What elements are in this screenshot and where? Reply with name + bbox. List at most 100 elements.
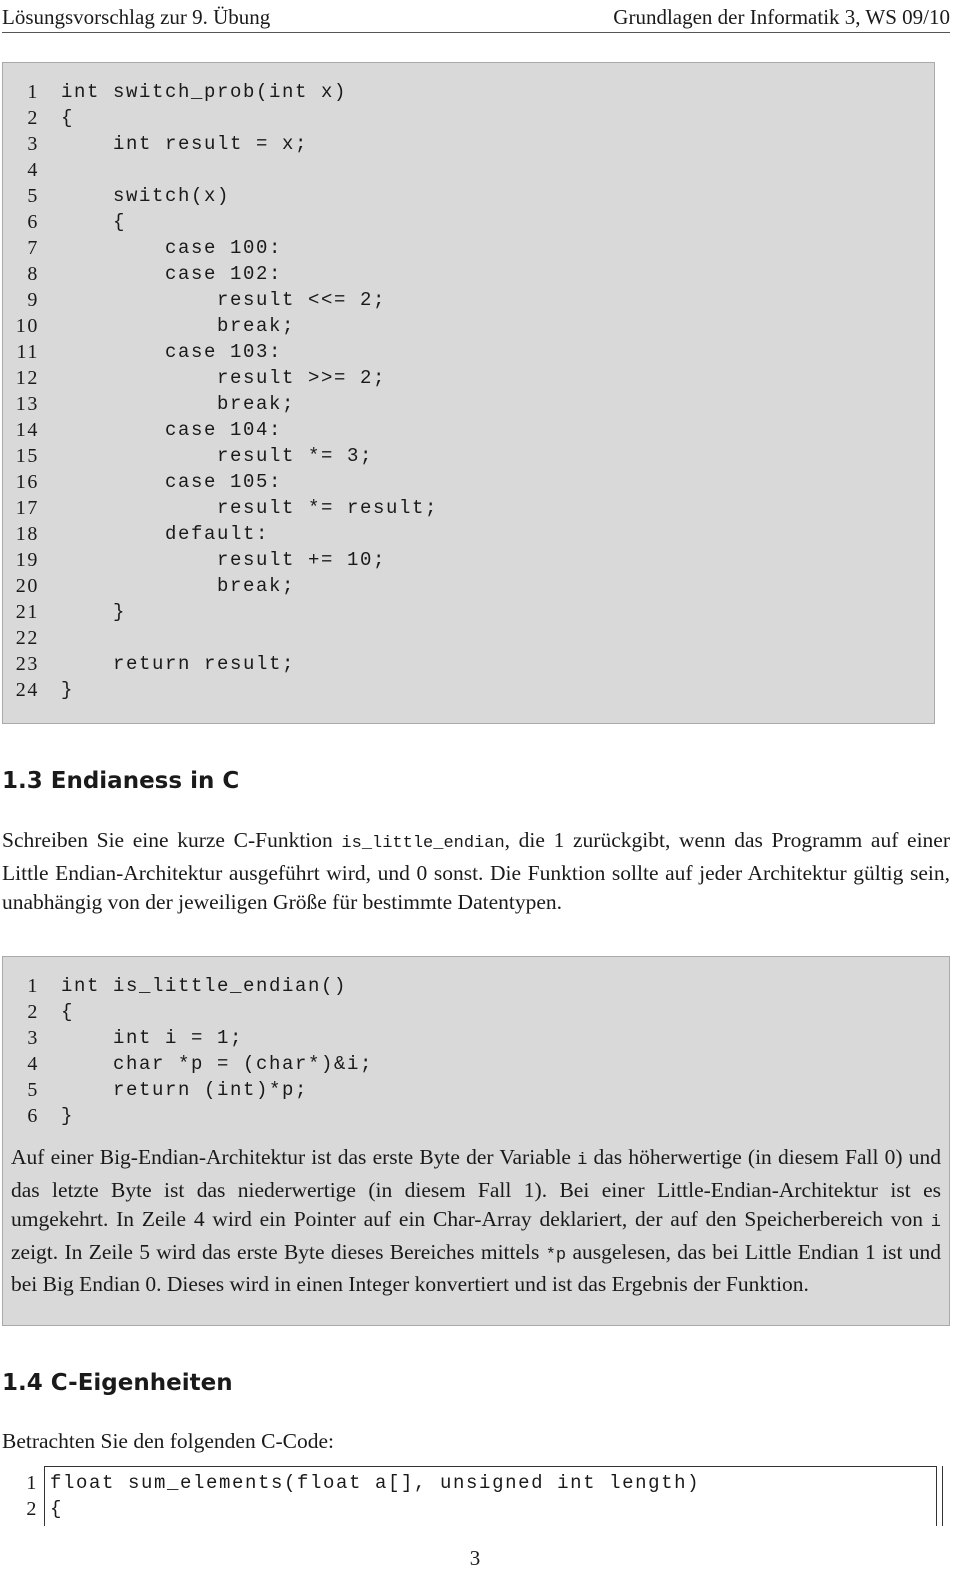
code-text: switch(x) <box>61 185 231 207</box>
line-number: 1 <box>26 1472 38 1494</box>
line-number: 7 <box>27 237 39 259</box>
header-left: Lösungsvorschlag zur 9. Übung <box>2 5 271 29</box>
solution-explanation: Auf einer Big-Endian-Architektur ist das… <box>11 1145 942 1296</box>
code-line: 17 result *= result; <box>3 495 934 521</box>
code-block-sum-elements: 1 float sum_elements(float a[], unsigned … <box>0 1466 945 1526</box>
section-title-1-4: 1.4 C-Eigenheiten <box>2 1370 233 1396</box>
code-line: 2{ <box>0 1496 945 1522</box>
line-number: 16 <box>15 471 39 493</box>
code-text: result *= 3; <box>61 445 374 467</box>
code-text: return result; <box>61 653 296 675</box>
code-text: result *= result; <box>61 497 439 519</box>
line-number: 2 <box>27 107 39 129</box>
code-line: 1 int switch_prob(int x) <box>3 79 934 105</box>
code-line: 10 break; <box>3 313 934 339</box>
code-line: 13 break; <box>3 391 934 417</box>
line-number: 6 <box>27 211 39 233</box>
code-line: 1 int is_little_endian() <box>3 973 949 999</box>
code-line: 9 result <<= 2; <box>3 287 934 313</box>
code-text: } <box>61 1105 75 1127</box>
code-text: result += 10; <box>61 549 387 571</box>
line-number: 11 <box>16 341 39 363</box>
code-text: int result = x; <box>61 133 309 155</box>
code-text: int is_little_endian() <box>61 975 348 997</box>
solution-box: 1 int is_little_endian() 2{3 int i = 1; 4 c… <box>2 956 950 1326</box>
code-text: case 100: <box>61 237 283 259</box>
code-line: 22 <box>3 625 934 651</box>
code-line: 6 { <box>3 209 934 235</box>
code-text: { <box>61 211 127 233</box>
line-number: 3 <box>27 1027 39 1049</box>
code-text: } <box>61 679 75 701</box>
line-number: 5 <box>27 185 39 207</box>
line-number: 9 <box>27 289 39 311</box>
page-header: Lösungsvorschlag zur 9. Übung Grundlagen… <box>2 0 950 33</box>
code-text: float sum_elements(float a[], unsigned i… <box>50 1472 701 1494</box>
line-number: 6 <box>27 1105 39 1127</box>
line-number: 20 <box>15 575 39 597</box>
code-line: 3 int result = x; <box>3 131 934 157</box>
code-line: 24} <box>3 677 934 703</box>
code-line: 20 break; <box>3 573 934 599</box>
line-number: 4 <box>27 1053 39 1075</box>
code-line: 4 char *p = (char*)&i; <box>3 1051 949 1077</box>
line-number: 2 <box>26 1498 38 1520</box>
code-text: int switch_prob(int x) <box>61 81 348 103</box>
code-line: 2{ <box>3 999 949 1025</box>
code-text: result >>= 2; <box>61 367 387 389</box>
line-number: 18 <box>15 523 39 545</box>
code-text: default: <box>61 523 270 545</box>
line-number: 23 <box>15 653 39 675</box>
section-title-1-3: 1.3 Endianess in C <box>2 768 240 794</box>
code-line: 2{ <box>3 105 934 131</box>
code-block-is-little-endian: 1 int is_little_endian() 2{3 int i = 1; 4 c… <box>3 957 949 1137</box>
code-text: } <box>61 601 127 623</box>
code-line: 12 result >>= 2; <box>3 365 934 391</box>
code-text: char *p = (char*)&i; <box>61 1053 374 1075</box>
code-text: { <box>50 1498 64 1520</box>
code-text: { <box>61 107 75 129</box>
code-line: 21 } <box>3 599 934 625</box>
code-text: case 104: <box>61 419 283 441</box>
code-text: case 102: <box>61 263 283 285</box>
code-text: int i = 1; <box>61 1027 244 1049</box>
code-text: result <<= 2; <box>61 289 387 311</box>
code-line: 18 default: <box>3 521 934 547</box>
code-line: 6} <box>3 1103 949 1129</box>
code-line: 3 int i = 1; <box>3 1025 949 1051</box>
line-number: 4 <box>27 159 39 181</box>
code-block-switch-prob: 1 int switch_prob(int x) 2{3 int result = … <box>2 62 935 724</box>
section-1-3-description: Schreiben Sie eine kurze C-Funktion is_l… <box>2 828 951 914</box>
header-right: Grundlagen der Informatik 3, WS 09/10 <box>613 5 950 29</box>
code-text: case 103: <box>61 341 283 363</box>
line-number: 15 <box>15 445 39 467</box>
line-number: 1 <box>27 81 39 103</box>
line-number: 14 <box>15 419 39 441</box>
line-number: 17 <box>15 497 39 519</box>
code-text: return (int)*p; <box>61 1079 309 1101</box>
line-number: 3 <box>27 133 39 155</box>
code-line: 23 return result; <box>3 651 934 677</box>
code-text: case 105: <box>61 471 283 493</box>
code-line: 14 case 104: <box>3 417 934 443</box>
code-line: 5 switch(x) <box>3 183 934 209</box>
section-1-4-intro: Betrachten Sie den folgenden C-Code: <box>2 1429 334 1453</box>
code-line: 15 result *= 3; <box>3 443 934 469</box>
code-text: { <box>61 1001 75 1023</box>
page-number: 3 <box>469 1546 481 1570</box>
line-number: 10 <box>15 315 39 337</box>
line-number: 19 <box>15 549 39 571</box>
line-number: 24 <box>15 679 39 701</box>
line-number: 22 <box>15 627 39 649</box>
inline-code: is_little_endian <box>341 834 505 853</box>
line-number: 1 <box>27 975 39 997</box>
code-line: 8 case 102: <box>3 261 934 287</box>
line-number: 12 <box>15 367 39 389</box>
code-line: 19 result += 10; <box>3 547 934 573</box>
code-line: 1 float sum_elements(float a[], unsigned … <box>0 1470 945 1496</box>
frame-top-rule <box>44 1466 936 1467</box>
code-line: 5 return (int)*p; <box>3 1077 949 1103</box>
line-number: 2 <box>27 1001 39 1023</box>
line-number: 13 <box>15 393 39 415</box>
code-line: 7 case 100: <box>3 235 934 261</box>
